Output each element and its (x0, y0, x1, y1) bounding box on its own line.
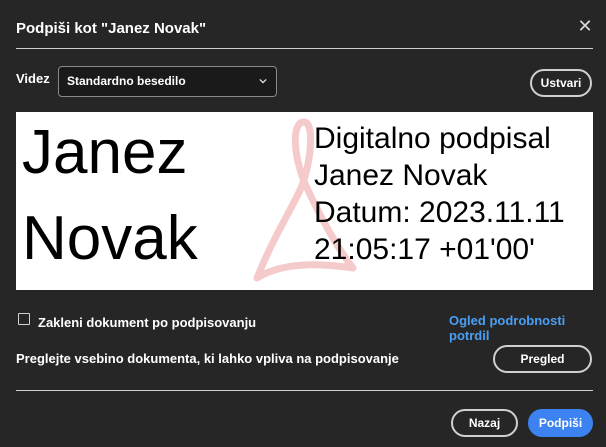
sign-dialog: Podpiši kot "Janez Novak" ✕ Videz Standa… (0, 0, 606, 447)
appearance-select[interactable]: Standardno besedilo (58, 66, 277, 97)
signature-detail-line: Janez Novak (314, 159, 488, 192)
sign-button[interactable]: Podpiši (528, 409, 593, 437)
lock-document-checkbox[interactable] (18, 313, 30, 325)
certificate-details-link[interactable]: Ogled podrobnosti potrdil (449, 313, 606, 343)
signature-detail-line: Datum: 2023.11.11 (314, 196, 565, 229)
signature-detail-line: Digitalno podpisal (314, 122, 551, 155)
appearance-label: Videz (16, 71, 50, 86)
lock-document-label: Zakleni dokument po podpisovanju (38, 315, 257, 330)
signature-preview: Janez Novak Digitalno podpisal Janez Nov… (16, 112, 593, 290)
signature-name-line2: Novak (22, 204, 198, 273)
footer-divider (16, 390, 593, 391)
review-description: Preglejte vsebino dokumenta, ki lahko vp… (16, 351, 399, 366)
dialog-title: Podpiši kot "Janez Novak" (16, 20, 207, 37)
review-button[interactable]: Pregled (493, 345, 592, 373)
header-divider (16, 48, 593, 49)
signature-details: Digitalno podpisal Janez Novak Datum: 20… (314, 120, 565, 268)
create-button[interactable]: Ustvari (530, 69, 592, 97)
chevron-down-icon (259, 78, 267, 84)
signature-name-line1: Janez (22, 118, 188, 187)
appearance-select-value: Standardno besedilo (67, 74, 186, 88)
close-icon[interactable]: ✕ (576, 17, 594, 35)
signature-detail-line: 21:05:17 +01'00' (314, 233, 535, 266)
back-button[interactable]: Nazaj (451, 409, 518, 437)
